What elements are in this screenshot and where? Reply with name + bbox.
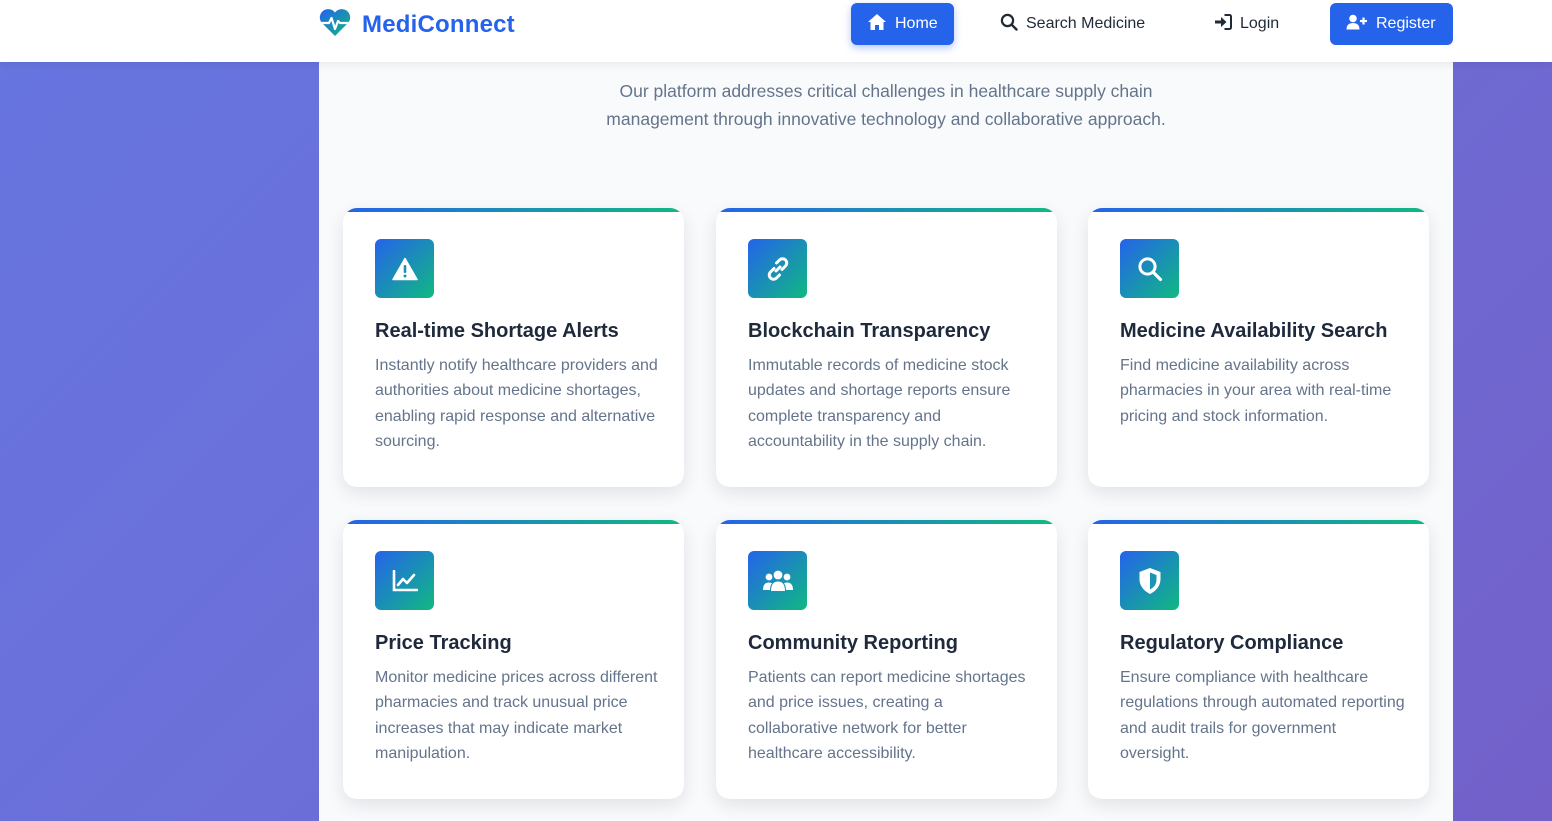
feature-description: Find medicine availability across pharma…: [1120, 357, 1392, 425]
features-section: Our platform addresses critical challeng…: [319, 62, 1453, 821]
feature-title: Community Reporting: [748, 632, 958, 654]
section-intro-text: Our platform addresses critical challeng…: [606, 81, 1166, 129]
shield-icon: [1120, 551, 1179, 610]
feature-card: Real-time Shortage Alerts Instantly noti…: [343, 208, 684, 487]
brand-link[interactable]: MediConnect: [318, 8, 515, 42]
feature-description: Monitor medicine prices across different…: [375, 669, 658, 762]
feature-card: Regulatory Compliance Ensure compliance …: [1088, 520, 1429, 799]
nav-login-link[interactable]: Login: [1198, 3, 1298, 45]
nav-home-button[interactable]: Home: [851, 3, 954, 45]
link-icon: [748, 239, 807, 298]
nav-register-button[interactable]: Register: [1330, 3, 1453, 45]
feature-card: Price Tracking Monitor medicine prices a…: [343, 520, 684, 799]
users-icon: [748, 551, 807, 610]
nav-search-medicine-link[interactable]: Search Medicine: [984, 3, 1169, 45]
chart-line-icon: [375, 551, 434, 610]
nav-search-label: Search Medicine: [1026, 15, 1146, 32]
feature-description: Immutable records of medicine stock upda…: [748, 357, 1011, 450]
home-icon: [867, 13, 887, 36]
warning-icon: [375, 239, 434, 298]
feature-description: Ensure compliance with healthcare regula…: [1120, 669, 1405, 762]
feature-title: Real-time Shortage Alerts: [375, 320, 619, 342]
feature-description: Patients can report medicine shortages a…: [748, 669, 1026, 762]
feature-title: Regulatory Compliance: [1120, 632, 1344, 654]
nav-register-label: Register: [1376, 15, 1436, 32]
feature-card: Community Reporting Patients can report …: [716, 520, 1057, 799]
heartbeat-icon: [318, 8, 352, 43]
feature-card: Medicine Availability Search Find medici…: [1088, 208, 1429, 487]
brand-name: MediConnect: [362, 11, 515, 38]
feature-title: Medicine Availability Search: [1120, 320, 1388, 342]
search-icon: [1120, 239, 1179, 298]
feature-card: Blockchain Transparency Immutable record…: [716, 208, 1057, 487]
feature-title: Price Tracking: [375, 632, 512, 654]
nav-login-label: Login: [1240, 15, 1280, 32]
feature-description: Instantly notify healthcare providers an…: [375, 357, 658, 450]
nav-home-label: Home: [895, 15, 938, 32]
search-icon: [1000, 13, 1018, 36]
feature-title: Blockchain Transparency: [748, 320, 991, 342]
navbar: MediConnect Home Search Medicine Login R…: [0, 0, 1552, 62]
user-plus-icon: [1346, 14, 1368, 35]
sign-in-icon: [1214, 13, 1232, 35]
